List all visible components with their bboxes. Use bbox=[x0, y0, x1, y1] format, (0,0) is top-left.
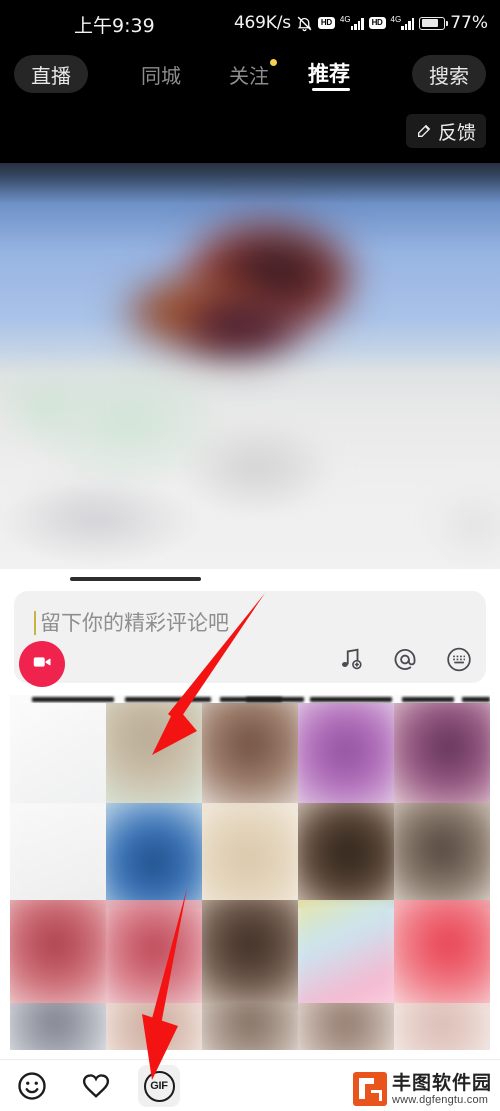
nav-live-button[interactable]: 直播 bbox=[14, 55, 88, 93]
comment-input-container[interactable]: 留下你的精彩评论吧 bbox=[14, 591, 486, 687]
feedback-label: 反馈 bbox=[437, 122, 476, 144]
gif-item[interactable] bbox=[106, 900, 202, 1010]
emoji-icon[interactable] bbox=[14, 1068, 50, 1104]
tab-guanzhu[interactable]: 关注 bbox=[229, 59, 277, 89]
gif-item[interactable] bbox=[202, 803, 298, 908]
gif-label-strip bbox=[10, 695, 490, 703]
gif-item[interactable] bbox=[106, 703, 202, 813]
watermark-text: 丰图软件园 www.dgfengtu.com bbox=[392, 1073, 492, 1106]
comment-input[interactable]: 留下你的精彩评论吧 bbox=[40, 612, 229, 636]
gif-item[interactable] bbox=[10, 900, 106, 1010]
gif-row bbox=[10, 900, 490, 1010]
battery-percent: 77% bbox=[450, 13, 488, 33]
tab-tongcheng[interactable]: 同城 bbox=[141, 60, 181, 89]
text-caret bbox=[34, 611, 36, 635]
gif-item[interactable] bbox=[298, 803, 394, 908]
keyboard-icon[interactable] bbox=[446, 646, 472, 672]
gif-item[interactable] bbox=[106, 1003, 202, 1050]
site-watermark: 丰图软件园 www.dgfengtu.com bbox=[352, 1072, 492, 1106]
sim2-indicators: HD bbox=[368, 17, 386, 29]
gif-item[interactable] bbox=[298, 900, 394, 1010]
video-camera-icon bbox=[31, 651, 53, 678]
gif-item[interactable] bbox=[10, 703, 106, 813]
gif-item[interactable] bbox=[10, 803, 106, 908]
battery-icon bbox=[419, 16, 448, 30]
watermark-brand: 丰图软件园 bbox=[391, 1073, 492, 1094]
content-blur-shape bbox=[175, 291, 305, 361]
badge-dot-icon bbox=[270, 59, 277, 66]
active-tab-underline bbox=[312, 88, 350, 91]
gif-item[interactable] bbox=[298, 1003, 394, 1050]
network-type-1: 4G bbox=[339, 15, 351, 24]
status-time: 上午9:39 bbox=[74, 15, 155, 37]
gif-item[interactable] bbox=[202, 900, 298, 1010]
gif-item[interactable] bbox=[106, 803, 202, 908]
signal-bars-1 bbox=[350, 16, 364, 30]
tab-tuijian-label: 推荐 bbox=[308, 63, 350, 86]
comment-actions bbox=[338, 646, 472, 672]
content-blur-shape bbox=[22, 493, 162, 535]
sim1-signal: 4G bbox=[340, 16, 364, 30]
bell-muted-icon bbox=[296, 15, 313, 32]
signal-bars-2 bbox=[401, 16, 415, 30]
hd-badge-2: HD bbox=[368, 17, 386, 29]
drag-handle[interactable] bbox=[70, 577, 201, 581]
content-blur-shape bbox=[440, 508, 500, 543]
heart-icon[interactable] bbox=[78, 1068, 114, 1104]
gif-item[interactable] bbox=[202, 1003, 298, 1050]
tab-tongcheng-label: 同城 bbox=[141, 66, 181, 88]
gif-item[interactable] bbox=[394, 703, 490, 813]
gif-icon[interactable]: GIF bbox=[138, 1065, 180, 1107]
status-bar: 上午9:39 469K/s HD 4G HD 4G 77% bbox=[0, 0, 500, 46]
watermark-url: www.dgfengtu.com bbox=[391, 1094, 489, 1106]
watermark-logo-icon bbox=[352, 1072, 387, 1106]
video-comment-button[interactable] bbox=[19, 641, 65, 687]
phone-screen: 上午9:39 469K/s HD 4G HD 4G 77% 直播 同城 关注 推… bbox=[0, 0, 500, 1111]
gif-item[interactable] bbox=[10, 1003, 106, 1050]
tab-guanzhu-label: 关注 bbox=[229, 66, 269, 88]
gif-row bbox=[10, 703, 490, 813]
music-add-icon[interactable] bbox=[338, 646, 364, 672]
feedback-button[interactable]: 反馈 bbox=[405, 114, 486, 148]
content-blur-shape bbox=[0, 381, 80, 431]
mention-at-icon[interactable] bbox=[392, 646, 418, 672]
gif-results-grid[interactable] bbox=[10, 695, 490, 1050]
content-blur-shape bbox=[195, 443, 325, 491]
gif-item[interactable] bbox=[298, 703, 394, 813]
gif-item[interactable] bbox=[394, 803, 490, 908]
gif-row bbox=[10, 1003, 490, 1050]
hd-badge-1: HD bbox=[317, 17, 335, 29]
comment-sheet: 留下你的精彩评论吧 GIF 丰图软件园 www.dgfengtu.com bbox=[0, 569, 500, 1111]
tab-tuijian[interactable]: 推荐 bbox=[308, 58, 350, 88]
gif-item[interactable] bbox=[202, 703, 298, 813]
gif-panel-toolbar: GIF 丰图软件园 www.dgfengtu.com bbox=[0, 1059, 500, 1111]
pencil-icon bbox=[416, 123, 432, 139]
network-speed: 469K/s bbox=[233, 13, 291, 33]
gif-item[interactable] bbox=[394, 900, 490, 1010]
video-content-area[interactable] bbox=[0, 163, 500, 569]
gif-row bbox=[10, 803, 490, 908]
gif-item[interactable] bbox=[394, 1003, 490, 1050]
network-type-2: 4G bbox=[390, 15, 402, 24]
sim1-indicators: HD bbox=[317, 17, 335, 29]
status-indicators: 469K/s HD 4G HD 4G 77% bbox=[234, 12, 488, 34]
nav-search-button[interactable]: 搜索 bbox=[412, 55, 486, 93]
sim2-signal: 4G bbox=[391, 16, 415, 30]
gif-icon-label: GIF bbox=[143, 1070, 175, 1102]
top-navigation-bar: 直播 同城 关注 推荐 搜索 bbox=[0, 46, 500, 102]
